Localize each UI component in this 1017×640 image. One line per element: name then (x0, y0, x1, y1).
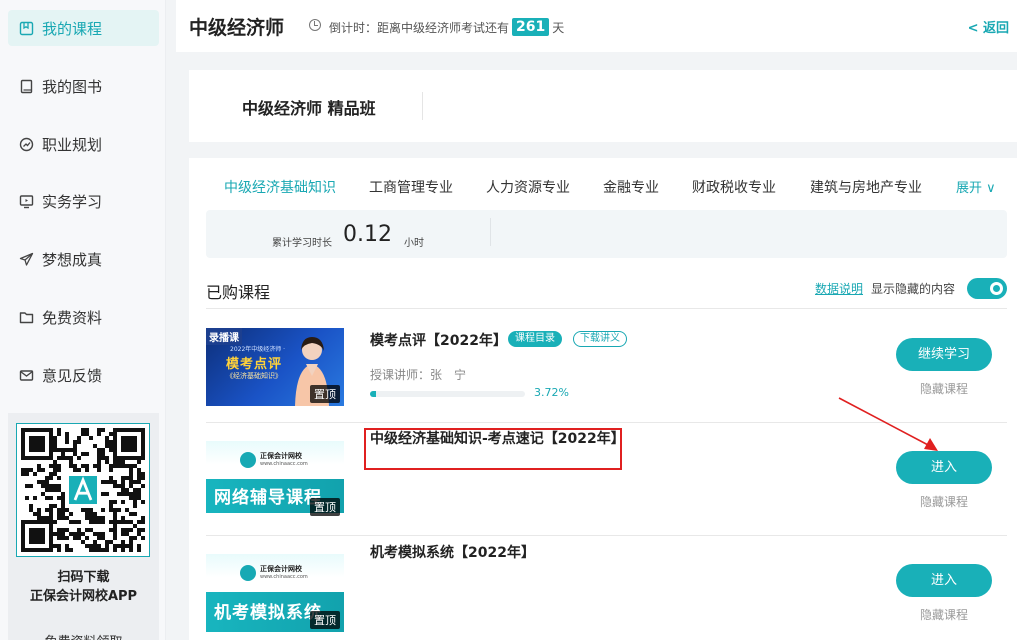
sidebar-item-label: 职业规划 (42, 135, 103, 154)
thumb-subject: 《经济基础知识》 (226, 372, 282, 380)
countdown-prefix: 倒计时：距离中级经济师考试还有 (329, 20, 510, 35)
paper-plane-icon (18, 251, 34, 267)
course-item: 正保会计网校 www.chinaacc.com 机考模拟系统 置顶 机考模拟系统… (206, 545, 1007, 640)
study-stats: 累计学习时长 0.12 小时 (206, 210, 1007, 258)
tab-business-management[interactable]: 工商管理专业 (369, 177, 453, 197)
sidebar-item-feedback[interactable]: 意见反馈 (8, 357, 159, 393)
purchased-courses-title: 已购课程 (206, 283, 271, 302)
clock-icon (309, 19, 321, 31)
sidebar-item-label: 意见反馈 (42, 366, 103, 385)
thumb-heading: 模考点评 (226, 357, 283, 372)
sidebar-item-my-books[interactable]: 我的图书 (8, 68, 159, 104)
tab-construction-real-estate[interactable]: 建筑与房地产专业 (810, 177, 922, 197)
days-remaining-badge: 261 (512, 18, 550, 36)
course-thumbnail[interactable]: 正保会计网校 www.chinaacc.com 机考模拟系统 置顶 (206, 554, 344, 632)
data-description-link[interactable]: 数据说明 (815, 280, 863, 297)
sidebar: 我的课程 我的图书 职业规划 实务学习 梦想成真 免费资料 意见反馈 扫码下载 … (0, 0, 166, 640)
thumb-school: 正保会计网校 (260, 452, 302, 460)
sidebar-item-label: 我的课程 (42, 19, 103, 38)
show-hidden-toggle[interactable] (967, 278, 1007, 299)
continue-learning-button[interactable]: 继续学习 (896, 338, 992, 371)
divider (206, 308, 1007, 309)
school-logo-icon (240, 452, 256, 468)
pin-badge[interactable]: 置顶 (310, 385, 340, 403)
hide-course-link[interactable]: 隐藏课程 (896, 606, 992, 623)
class-name: 中级经济师 精品班 (242, 99, 376, 118)
page-title: 中级经济师 (189, 17, 285, 39)
exam-countdown: 倒计时：距离中级经济师考试还有 261 天 (329, 18, 564, 36)
thumb-school: 正保会计网校 (260, 565, 302, 573)
sidebar-item-label: 我的图书 (42, 77, 103, 96)
sidebar-item-dream[interactable]: 梦想成真 (8, 241, 159, 277)
annotation-arrow-icon (838, 397, 938, 451)
sidebar-item-label: 免费资料 (42, 308, 103, 327)
sidebar-item-my-courses[interactable]: 我的课程 (8, 10, 159, 46)
subject-tabs: 中级经济基础知识 工商管理专业 人力资源专业 金融专业 财政税收专业 建筑与房地… (189, 158, 1017, 208)
page-header: 中级经济师 倒计时：距离中级经济师考试还有 261 天 < 返回 (176, 0, 1017, 52)
qr-caption-line2: 正保会计网校APP (29, 589, 138, 604)
sidebar-item-label: 实务学习 (42, 192, 103, 211)
folder-icon (18, 309, 34, 325)
school-logo-icon (240, 565, 256, 581)
divider (490, 218, 491, 246)
course-title[interactable]: 中级经济基础知识-考点速记【2022年】 (370, 428, 625, 450)
pin-badge[interactable]: 置顶 (310, 498, 340, 516)
tab-human-resources[interactable]: 人力资源专业 (486, 177, 570, 197)
study-time-label: 累计学习时长 (272, 238, 332, 249)
divider (422, 92, 423, 120)
course-thumbnail[interactable]: 录播课 2022年中级经济师 · 模考点评 《经济基础知识》 置顶 (206, 328, 344, 406)
sidebar-item-career[interactable]: 职业规划 (8, 126, 159, 162)
back-link[interactable]: < 返回 (968, 17, 1009, 36)
hide-course-link[interactable]: 隐藏课程 (896, 493, 992, 510)
recorded-badge: 录播课 (206, 328, 242, 345)
thumb-heading: 网络辅导课程 (214, 488, 322, 508)
progress-bar (370, 391, 525, 397)
mail-icon (18, 367, 34, 383)
study-time-value: 0.12 (343, 222, 392, 247)
divider (206, 535, 1007, 536)
course-thumbnail[interactable]: 正保会计网校 www.chinaacc.com 网络辅导课程 置顶 (206, 441, 344, 519)
tab-fiscal-tax[interactable]: 财政税收专业 (692, 177, 776, 197)
thumb-url: www.chinaacc.com (260, 461, 308, 467)
compass-icon (18, 136, 34, 152)
course-title[interactable]: 模考点评【2022年】 (370, 330, 507, 350)
course-icon (18, 20, 34, 36)
book-icon (18, 78, 34, 94)
study-time-unit: 小时 (404, 238, 424, 249)
tab-finance[interactable]: 金融专业 (603, 177, 659, 197)
sidebar-item-free-materials[interactable]: 免费资料 (8, 299, 159, 335)
course-catalog-chip[interactable]: 课程目录 (508, 331, 562, 347)
teacher-name: 授课讲师：张 宁 (370, 368, 467, 382)
qr-caption-line1: 扫码下载 (57, 570, 110, 585)
thumb-subtitle: 2022年中级经济师 · (230, 346, 286, 353)
toggle-knob (990, 282, 1003, 295)
download-notes-chip[interactable]: 下载讲义 (573, 331, 627, 347)
sidebar-item-practice[interactable]: 实务学习 (8, 183, 159, 219)
thumb-heading: 机考模拟系统 (214, 603, 322, 623)
free-materials-link[interactable]: 免费资料领取 (8, 631, 159, 640)
course-title[interactable]: 机考模拟系统【2022年】 (370, 542, 535, 562)
sidebar-item-label: 梦想成真 (42, 250, 103, 269)
class-card: 中级经济师 精品班 (189, 70, 1017, 142)
thumb-url: www.chinaacc.com (260, 574, 308, 580)
countdown-suffix: 天 (552, 20, 565, 35)
pin-badge[interactable]: 置顶 (310, 611, 340, 629)
expand-tabs-button[interactable]: 展开 ∨ (956, 177, 996, 196)
show-hidden-label: 显示隐藏的内容 (871, 282, 956, 296)
qr-code (16, 423, 150, 557)
progress-fill (370, 391, 376, 397)
app-download-panel: 扫码下载 正保会计网校APP 免费资料领取 (8, 413, 159, 640)
enter-course-button[interactable]: 进入 (896, 564, 992, 597)
monitor-icon (18, 193, 34, 209)
tab-economic-basics[interactable]: 中级经济基础知识 (224, 177, 336, 197)
progress-text: 3.72% (534, 386, 569, 399)
